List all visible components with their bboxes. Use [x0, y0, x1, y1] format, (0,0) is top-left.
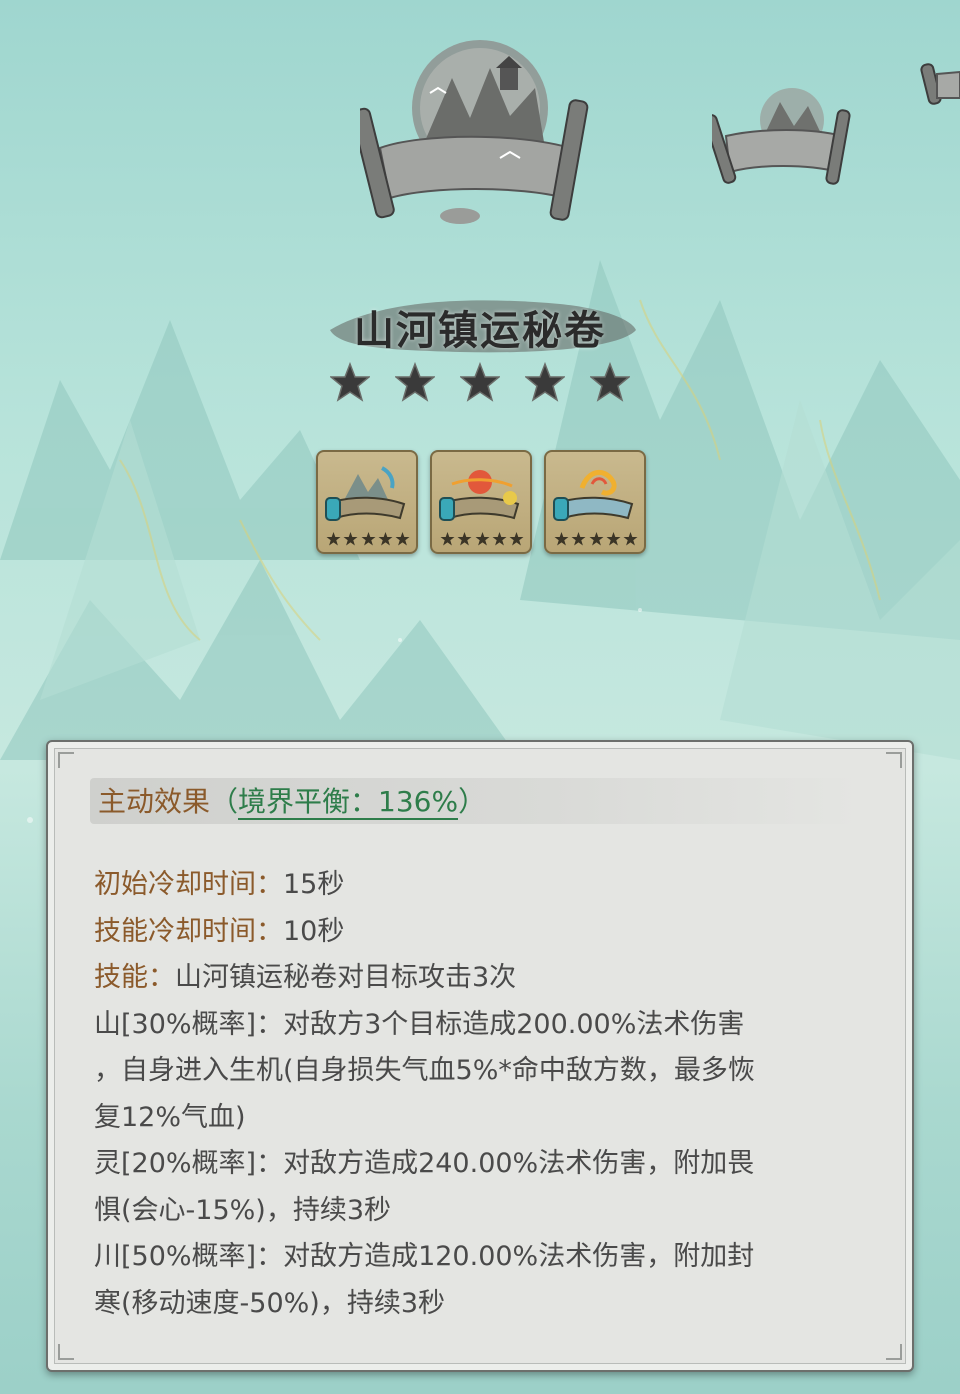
effect-line: ，自身进入生机(自身损失气血5%*命中敌方数，最多恢 [94, 1055, 755, 1086]
scroll-artwork-icon [360, 40, 589, 224]
realm-balance-link[interactable]: 境界平衡：136% [238, 785, 459, 820]
effect-line: 川[50%概率]：对敌方造成120.00%法术伤害，附加封 [94, 1241, 755, 1272]
variant-slot-3[interactable] [544, 450, 646, 554]
effect-line: 复12%气血) [94, 1101, 246, 1133]
star-icon [460, 362, 500, 402]
effect-line: 灵[20%概率]：对敌方造成240.00%法术伤害，附加畏 [94, 1148, 755, 1179]
skill-label: 技能： [94, 962, 175, 993]
header-open-paren: （ [210, 785, 239, 818]
slot-star-rating [326, 532, 410, 546]
panel-corner-ornament [886, 1344, 902, 1360]
skill-cooldown-value: 10秒 [283, 915, 345, 947]
mini-star-icon [475, 532, 489, 546]
star-icon [590, 362, 630, 402]
mini-star-icon [457, 532, 472, 546]
panel-corner-ornament [58, 1344, 74, 1360]
initial-cooldown-label: 初始冷却时间： [94, 869, 283, 900]
header-close-paren: ） [458, 785, 487, 818]
star-icon [395, 362, 435, 402]
skill-row: 技能：山河镇运秘卷对目标攻击3次 [94, 955, 874, 1002]
variant-slot-1[interactable] [316, 450, 418, 554]
initial-cooldown-value: 15秒 [283, 869, 345, 900]
variant-slots [316, 450, 646, 554]
mini-star-icon [554, 532, 569, 546]
skill-value: 山河镇运秘卷对目标攻击3次 [175, 962, 517, 993]
effect-line: 山[30%概率]：对敌方3个目标造成200.00%法术伤害 [94, 1008, 745, 1040]
panel-corner-ornament [58, 752, 74, 768]
mini-star-icon [492, 532, 507, 546]
variant-slot-2[interactable] [430, 450, 532, 554]
star-icon [330, 362, 370, 402]
header-label: 主动效果 [98, 785, 211, 818]
fire-scroll-icon [553, 470, 634, 521]
mountain-scroll-icon [325, 466, 406, 521]
slot-star-rating [554, 532, 638, 546]
skill-cooldown-label: 技能冷却时间： [94, 915, 283, 947]
mini-star-icon [361, 532, 375, 546]
skill-cooldown-row: 技能冷却时间：10秒 [94, 909, 874, 956]
effect-line: 寒(移动速度-50%)，持续3秒 [94, 1287, 445, 1319]
mini-star-icon [606, 532, 621, 546]
mini-star-icon [378, 532, 393, 546]
skill-details: 初始冷却时间：15秒 技能冷却时间：10秒 技能：山河镇运秘卷对目标攻击3次 山… [94, 862, 874, 1327]
mini-star-icon [326, 532, 341, 546]
initial-cooldown-row: 初始冷却时间：15秒 [94, 862, 874, 909]
item-title: 山河镇运秘卷 [354, 307, 606, 354]
small-scroll-icon [712, 88, 851, 185]
partial-scroll-icon [920, 63, 960, 105]
mini-star-icon [343, 532, 358, 546]
mini-star-icon [589, 532, 603, 546]
skill-description-panel: 主动效果（境界平衡：136%） 初始冷却时间：15秒 技能冷却时间：10秒 技能… [46, 740, 914, 1372]
active-effect-header: 主动效果（境界平衡：136%） [98, 784, 486, 820]
mini-star-icon [509, 532, 524, 546]
star-rating [330, 362, 630, 406]
item-title-banner: 山河镇运秘卷 [320, 290, 640, 360]
star-icon [525, 362, 565, 402]
mini-star-icon [395, 532, 410, 546]
mini-star-icon [440, 532, 455, 546]
mini-star-icon [571, 532, 586, 546]
panel-corner-ornament [886, 752, 902, 768]
effect-line: 惧(会心-15%)，持续3秒 [94, 1194, 391, 1226]
sun-scroll-icon [439, 470, 520, 521]
mini-star-icon [623, 532, 638, 546]
slot-star-rating [440, 532, 524, 546]
